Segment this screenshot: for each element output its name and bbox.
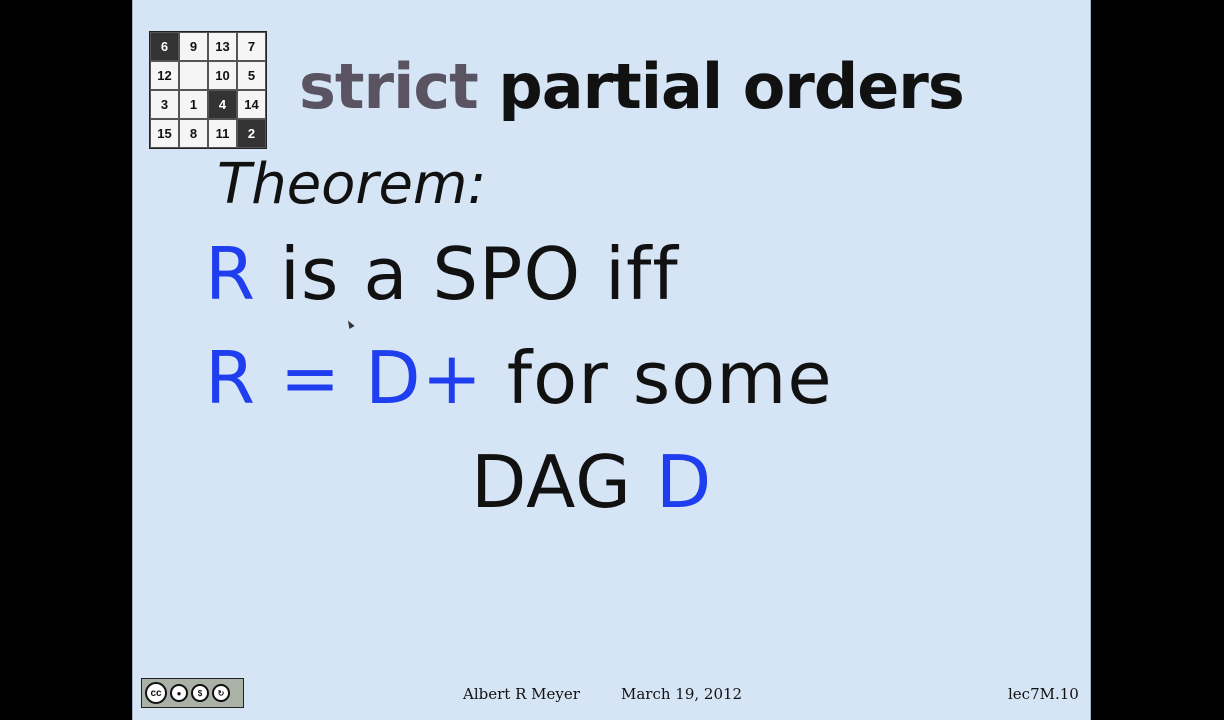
puzzle-tile: 12 [150,61,179,90]
puzzle-tile: 13 [208,32,237,61]
equals-sign: = [256,336,366,420]
statement-line-3: DAG D [471,440,712,524]
puzzle-tile: 10 [208,61,237,90]
by-icon: ● [170,684,188,702]
puzzle-tile: 5 [237,61,266,90]
slide-title: strict partial orders [299,50,965,123]
relation-r: R [205,336,257,420]
puzzle-tile: 9 [179,32,208,61]
nc-icon: $ [191,684,209,702]
puzzle-tile: 8 [179,119,208,148]
relation-r: R [205,232,257,316]
slide-number: lec7M.10 [1008,685,1079,703]
mouse-pointer-icon [345,319,355,329]
puzzle-tile: 1 [179,90,208,119]
cc-icon: cc [145,682,167,704]
puzzle-tile: 7 [237,32,266,61]
puzzle-tile: 2 [237,119,266,148]
graph-d: D [655,440,713,524]
footer-date: March 19, 2012 [621,685,743,703]
puzzle-tile: 4 [208,90,237,119]
footer-author: Albert R Meyer [463,685,580,703]
title-highlight: strict [299,50,479,123]
creative-commons-badge[interactable]: cc ● $ ↻ [141,678,244,708]
puzzle-tile: 3 [150,90,179,119]
puzzle-tile: 11 [208,119,237,148]
statement-line-2: R = D+ for some [205,336,833,420]
line2-text: for some [482,336,833,420]
puzzle-tile: 14 [237,90,266,119]
dag-text: DAG [471,440,656,524]
theorem-label: Theorem: [217,152,487,217]
puzzle-empty-cell [179,61,208,90]
line1-text: is a SPO iff [256,232,679,316]
slide: 6 9 13 7 12 10 5 3 1 4 14 15 8 11 2 strict partial ord… [132,0,1091,720]
d-plus: D+ [365,336,483,420]
fifteen-puzzle-icon: 6 9 13 7 12 10 5 3 1 4 14 15 8 11 2 [149,31,267,149]
title-rest: partial orders [477,50,964,123]
statement-line-1: R is a SPO iff [205,232,679,316]
puzzle-tile: 6 [150,32,179,61]
sa-icon: ↻ [212,684,230,702]
puzzle-tile: 15 [150,119,179,148]
